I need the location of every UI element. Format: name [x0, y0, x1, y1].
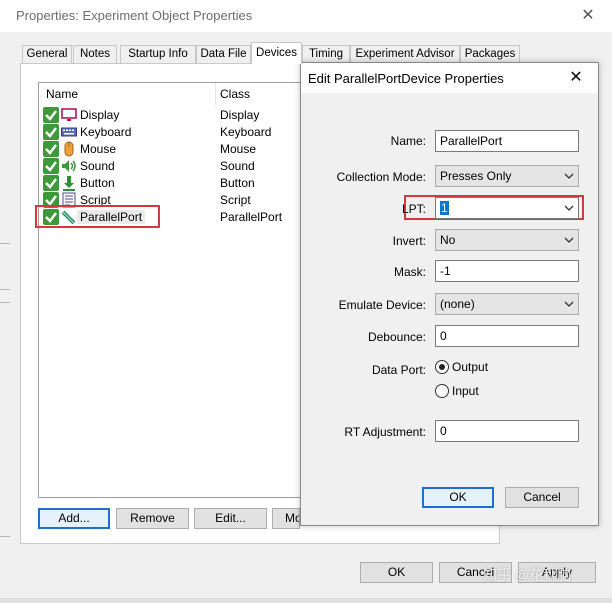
button-icon — [61, 175, 77, 191]
collection-mode-value: Presses Only — [440, 169, 512, 183]
tab-general[interactable]: General — [22, 45, 72, 63]
data-port-input-radio[interactable] — [435, 384, 449, 398]
radio-selected-dot — [439, 364, 445, 370]
tab-label: Devices — [256, 47, 297, 59]
window-close-button[interactable]: ✕ — [578, 6, 598, 26]
invert-label: Invert: — [392, 234, 426, 248]
tab-label: General — [26, 48, 68, 60]
data-port-input-label[interactable]: Input — [452, 384, 479, 398]
mask-label: Mask: — [393, 265, 426, 279]
more-button[interactable]: Mo — [272, 508, 300, 529]
chevron-down-icon — [564, 173, 574, 179]
tab-label: Data File — [200, 48, 247, 60]
window-titlebar: Properties: Experiment Object Properties… — [0, 0, 612, 32]
device-name: Sound — [80, 159, 115, 173]
chevron-down-icon — [564, 237, 574, 243]
collection-mode-select[interactable]: Presses Only — [435, 165, 579, 187]
device-class: Script — [220, 193, 251, 207]
list-header: Name Class — [39, 83, 301, 105]
tab-notes[interactable]: Notes — [73, 45, 117, 63]
edit-button[interactable]: Edit... — [194, 508, 267, 529]
emulate-device-value: (none) — [440, 297, 475, 311]
tab-label: Experiment Advisor — [355, 48, 455, 60]
emulate-device-select[interactable]: (none) — [435, 293, 579, 315]
data-port-output-radio[interactable] — [435, 360, 449, 374]
collection-mode-label: Collection Mode: — [336, 170, 426, 184]
background-divider — [0, 302, 10, 303]
tab-devices[interactable]: Devices — [251, 42, 302, 64]
watermark-text: 知乎 @花秋脑 — [483, 567, 572, 583]
device-row-display[interactable]: Display Display — [39, 107, 301, 124]
window-title: Properties: Experiment Object Properties — [16, 8, 253, 23]
device-name: Button — [80, 176, 115, 190]
invert-select[interactable]: No — [435, 229, 579, 251]
device-name: Mouse — [80, 142, 117, 156]
remove-button[interactable]: Remove — [116, 508, 189, 529]
dialog-close-button[interactable]: ✕ — [566, 68, 586, 88]
edit-properties-dialog: Edit ParallelPortDevice Properties ✕ Nam… — [300, 62, 599, 526]
device-row-mouse[interactable]: Mouse Mouse — [39, 141, 301, 158]
data-port-output-label[interactable]: Output — [452, 360, 488, 374]
column-header-class[interactable]: Class — [220, 87, 250, 101]
device-list[interactable]: Name Class Display Display Keyboard Keyb… — [38, 82, 302, 498]
tab-startup-info[interactable]: Startup Info — [120, 45, 196, 63]
display-icon — [61, 107, 77, 123]
bottom-edge — [0, 598, 612, 603]
tab-experiment-advisor[interactable]: Experiment Advisor — [350, 45, 460, 63]
column-divider[interactable] — [215, 83, 216, 105]
dialog-cancel-button[interactable]: Cancel — [505, 487, 579, 508]
outer-ok-button[interactable]: OK — [360, 562, 433, 583]
device-row-sound[interactable]: Sound Sound — [39, 158, 301, 175]
chevron-down-icon — [564, 301, 574, 307]
background-divider — [0, 289, 10, 290]
checkbox-checked[interactable] — [43, 175, 59, 191]
name-label: Name: — [390, 134, 426, 148]
dialog-ok-button[interactable]: OK — [422, 487, 494, 508]
lpt-select[interactable]: 1 — [435, 197, 579, 219]
dialog-titlebar: Edit ParallelPortDevice Properties ✕ — [301, 63, 598, 93]
device-class: ParallelPort — [220, 210, 283, 224]
device-name: Keyboard — [80, 125, 132, 139]
mask-field[interactable]: -1 — [435, 260, 579, 282]
checkbox-checked[interactable] — [43, 107, 59, 123]
debounce-label: Debounce: — [367, 330, 426, 344]
device-class: Display — [220, 108, 260, 122]
device-row-button[interactable]: Button Button — [39, 175, 301, 192]
mouse-icon — [61, 141, 77, 157]
tab-label: Notes — [79, 48, 111, 60]
tab-label: Packages — [464, 48, 516, 60]
tab-label: Timing — [308, 48, 344, 60]
name-field[interactable]: ParallelPort — [435, 130, 579, 152]
tab-timing[interactable]: Timing — [302, 45, 350, 63]
device-class: Sound — [220, 159, 255, 173]
lpt-value: 1 — [440, 201, 449, 215]
emulate-device-label: Emulate Device: — [338, 298, 426, 312]
checkbox-checked[interactable] — [43, 141, 59, 157]
tab-label: Startup Info — [128, 48, 188, 60]
device-class: Keyboard — [220, 125, 272, 139]
keyboard-icon — [61, 124, 77, 140]
data-port-label: Data Port: — [371, 363, 426, 377]
add-button[interactable]: Add... — [38, 508, 110, 529]
sound-icon — [61, 158, 77, 174]
device-name: Display — [80, 108, 120, 122]
device-class: Mouse — [220, 142, 257, 156]
annotation-highlight-box — [35, 205, 160, 228]
background-divider — [0, 243, 10, 244]
device-class: Button — [220, 176, 255, 190]
column-header-name[interactable]: Name — [46, 87, 78, 101]
lpt-label: LPT: — [401, 202, 426, 216]
chevron-down-icon — [564, 205, 574, 211]
invert-value: No — [440, 233, 456, 247]
tab-packages[interactable]: Packages — [460, 45, 520, 63]
debounce-field[interactable]: 0 — [435, 325, 579, 347]
rt-adjustment-field[interactable]: 0 — [435, 420, 579, 442]
checkbox-checked[interactable] — [43, 124, 59, 140]
device-row-keyboard[interactable]: Keyboard Keyboard — [39, 124, 301, 141]
background-divider — [0, 536, 10, 537]
checkbox-checked[interactable] — [43, 158, 59, 174]
rt-adjustment-label: RT Adjustment: — [344, 425, 426, 439]
dialog-title: Edit ParallelPortDevice Properties — [308, 71, 504, 86]
tab-data-file[interactable]: Data File — [196, 45, 251, 63]
